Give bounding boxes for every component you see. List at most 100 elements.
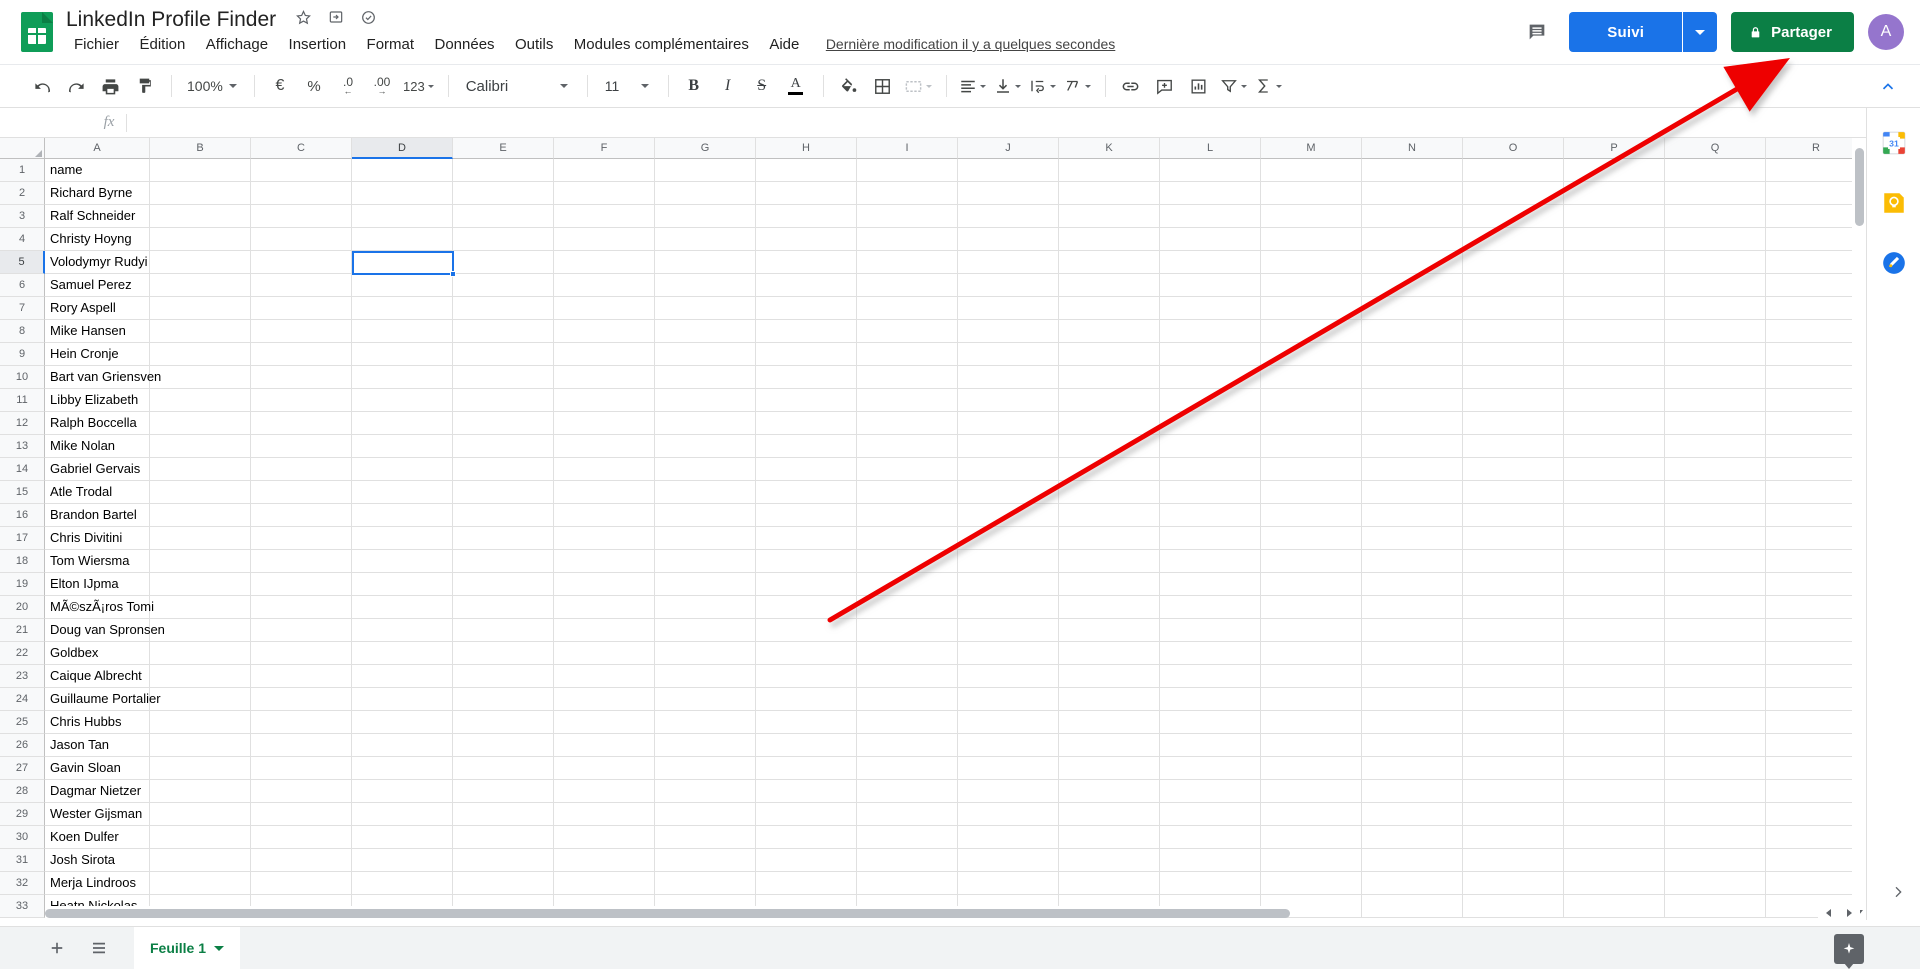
cell-G26[interactable] [655, 734, 756, 757]
cell-B29[interactable] [150, 803, 251, 826]
cell-P25[interactable] [1564, 711, 1665, 734]
cell-H11[interactable] [756, 389, 857, 412]
cell-E28[interactable] [453, 780, 554, 803]
cell-M2[interactable] [1261, 182, 1362, 205]
cell-N14[interactable] [1362, 458, 1463, 481]
cell-M26[interactable] [1261, 734, 1362, 757]
cell-L17[interactable] [1160, 527, 1261, 550]
cell-Q29[interactable] [1665, 803, 1766, 826]
cell-Q12[interactable] [1665, 412, 1766, 435]
cell-H4[interactable] [756, 228, 857, 251]
cell-O11[interactable] [1463, 389, 1564, 412]
cell-C14[interactable] [251, 458, 352, 481]
cell-L21[interactable] [1160, 619, 1261, 642]
cell-M18[interactable] [1261, 550, 1362, 573]
cell-G6[interactable] [655, 274, 756, 297]
cell-M17[interactable] [1261, 527, 1362, 550]
cell-B30[interactable] [150, 826, 251, 849]
column-header-G[interactable]: G [655, 138, 756, 159]
cell-F14[interactable] [554, 458, 655, 481]
cell-J15[interactable] [958, 481, 1059, 504]
cell-F26[interactable] [554, 734, 655, 757]
cell-Q11[interactable] [1665, 389, 1766, 412]
cell-A23[interactable]: Caique Albrecht [45, 665, 150, 688]
cell-P32[interactable] [1564, 872, 1665, 895]
cell-M7[interactable] [1261, 297, 1362, 320]
menu-modules[interactable]: Modules complémentaires [566, 33, 757, 57]
cell-P4[interactable] [1564, 228, 1665, 251]
cell-P5[interactable] [1564, 251, 1665, 274]
text-wrap-button[interactable] [1026, 70, 1059, 102]
cell-M13[interactable] [1261, 435, 1362, 458]
cell-Q1[interactable] [1665, 159, 1766, 182]
cell-C17[interactable] [251, 527, 352, 550]
all-sheets-button[interactable] [82, 931, 116, 965]
cell-O32[interactable] [1463, 872, 1564, 895]
cell-K16[interactable] [1059, 504, 1160, 527]
cell-F17[interactable] [554, 527, 655, 550]
cell-J3[interactable] [958, 205, 1059, 228]
increase-decimal-button[interactable]: .00 → [366, 70, 398, 102]
cell-B2[interactable] [150, 182, 251, 205]
cell-N20[interactable] [1362, 596, 1463, 619]
cell-K12[interactable] [1059, 412, 1160, 435]
cell-H13[interactable] [756, 435, 857, 458]
cell-I15[interactable] [857, 481, 958, 504]
cell-L3[interactable] [1160, 205, 1261, 228]
cell-K25[interactable] [1059, 711, 1160, 734]
cell-N23[interactable] [1362, 665, 1463, 688]
cell-M9[interactable] [1261, 343, 1362, 366]
text-color-button[interactable]: A [780, 70, 812, 102]
cell-I1[interactable] [857, 159, 958, 182]
row-header-21[interactable]: 21 [0, 619, 45, 642]
cell-H22[interactable] [756, 642, 857, 665]
cell-F1[interactable] [554, 159, 655, 182]
cell-G12[interactable] [655, 412, 756, 435]
sheet-tab-feuille-1[interactable]: Feuille 1 [134, 926, 241, 969]
cell-N22[interactable] [1362, 642, 1463, 665]
cell-A26[interactable]: Jason Tan [45, 734, 150, 757]
cell-I8[interactable] [857, 320, 958, 343]
cell-D22[interactable] [352, 642, 453, 665]
insert-comment-button[interactable] [1149, 70, 1181, 102]
cell-I20[interactable] [857, 596, 958, 619]
cell-E11[interactable] [453, 389, 554, 412]
cell-N24[interactable] [1362, 688, 1463, 711]
cell-C28[interactable] [251, 780, 352, 803]
cell-O33[interactable] [1463, 895, 1564, 918]
formula-input[interactable] [127, 108, 1920, 138]
cell-E15[interactable] [453, 481, 554, 504]
cell-O7[interactable] [1463, 297, 1564, 320]
cell-C9[interactable] [251, 343, 352, 366]
cell-F21[interactable] [554, 619, 655, 642]
cell-B25[interactable] [150, 711, 251, 734]
cell-Q3[interactable] [1665, 205, 1766, 228]
cell-H27[interactable] [756, 757, 857, 780]
cell-J5[interactable] [958, 251, 1059, 274]
cell-M11[interactable] [1261, 389, 1362, 412]
cell-K20[interactable] [1059, 596, 1160, 619]
cell-I11[interactable] [857, 389, 958, 412]
cell-E27[interactable] [453, 757, 554, 780]
print-button[interactable] [94, 70, 126, 102]
zoom-selector[interactable]: 100% [181, 70, 243, 102]
cell-J12[interactable] [958, 412, 1059, 435]
cell-H32[interactable] [756, 872, 857, 895]
cell-R32[interactable] [1766, 872, 1860, 895]
cell-K6[interactable] [1059, 274, 1160, 297]
column-header-L[interactable]: L [1160, 138, 1261, 159]
cell-M25[interactable] [1261, 711, 1362, 734]
cell-I2[interactable] [857, 182, 958, 205]
cell-L7[interactable] [1160, 297, 1261, 320]
row-header-23[interactable]: 23 [0, 665, 45, 688]
cell-P18[interactable] [1564, 550, 1665, 573]
cell-R23[interactable] [1766, 665, 1860, 688]
cell-P20[interactable] [1564, 596, 1665, 619]
cell-E29[interactable] [453, 803, 554, 826]
cell-L2[interactable] [1160, 182, 1261, 205]
cell-C26[interactable] [251, 734, 352, 757]
cell-Q27[interactable] [1665, 757, 1766, 780]
row-header-4[interactable]: 4 [0, 228, 45, 251]
star-icon[interactable] [293, 9, 315, 31]
cell-E32[interactable] [453, 872, 554, 895]
